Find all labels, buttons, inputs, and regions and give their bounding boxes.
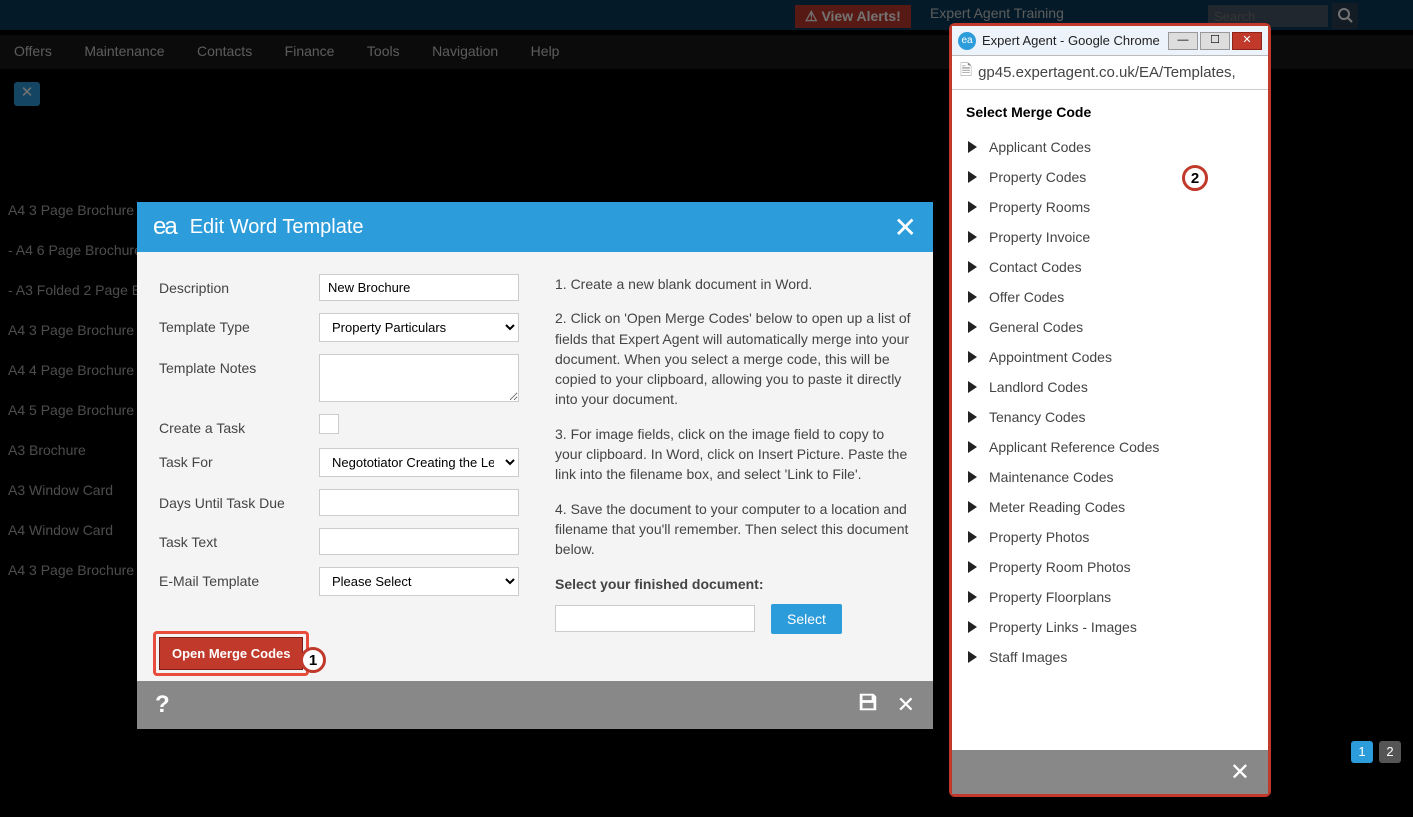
merge-code-list: Applicant Codes Property Codes Property … [966,132,1254,672]
task-for-label: Task For [159,448,319,470]
code-item[interactable]: Maintenance Codes [966,462,1254,492]
instruction-step-1: 1. Create a new blank document in Word. [555,274,911,294]
address-bar[interactable]: 🗎 gp45.expertagent.co.uk/EA/Templates, [952,56,1268,90]
pagination: 1 2 [1351,741,1401,763]
open-merge-wrapper: Open Merge Codes [159,637,303,670]
modal-body: Description Template Type Property Parti… [137,252,933,681]
instruction-step-2: 2. Click on 'Open Merge Codes' below to … [555,308,911,409]
email-template-select[interactable]: Please Select [319,567,519,596]
expand-icon [968,471,977,483]
open-merge-codes-button[interactable]: Open Merge Codes [159,637,303,670]
code-item[interactable]: Appointment Codes [966,342,1254,372]
select-document-button[interactable]: Select [771,604,842,634]
code-item[interactable]: Tenancy Codes [966,402,1254,432]
expand-icon [968,141,977,153]
select-document-label: Select your finished document: [555,574,911,594]
code-item[interactable]: Property Rooms [966,192,1254,222]
page-1-button[interactable]: 1 [1351,741,1373,763]
days-until-label: Days Until Task Due [159,489,319,511]
code-item[interactable]: Applicant Codes [966,132,1254,162]
expand-icon [968,441,977,453]
expand-icon [968,321,977,333]
task-for-select[interactable]: Negototiator Creating the Letter [319,448,519,477]
page-2-button[interactable]: 2 [1379,741,1401,763]
annotation-callout-2: 2 [1182,165,1208,191]
code-item[interactable]: Property Invoice [966,222,1254,252]
template-type-select[interactable]: Property Particulars [319,313,519,342]
task-text-input[interactable] [319,528,519,555]
expand-icon [968,621,977,633]
expand-icon [968,231,977,243]
modal-header: ea Edit Word Template ✕ [137,202,933,252]
code-item[interactable]: Meter Reading Codes [966,492,1254,522]
expand-icon [968,351,977,363]
close-icon[interactable]: ✕ [897,692,915,718]
task-text-label: Task Text [159,528,319,550]
code-item[interactable]: Property Links - Images [966,612,1254,642]
code-item[interactable]: Offer Codes [966,282,1254,312]
code-item[interactable]: Staff Images [966,642,1254,672]
merge-codes-popup: ea Expert Agent - Google Chrome — ☐ ✕ 🗎 … [949,23,1271,797]
template-notes-input[interactable] [319,354,519,402]
popup-close-icon[interactable]: ✕ [1230,758,1250,787]
expand-icon [968,381,977,393]
code-item[interactable]: Property Codes [966,162,1254,192]
help-button[interactable]: ? [155,691,170,719]
window-close-button[interactable]: ✕ [1232,32,1262,50]
minimize-button[interactable]: — [1168,32,1198,50]
code-item[interactable]: Property Floorplans [966,582,1254,612]
template-type-label: Template Type [159,313,319,335]
popup-titlebar: ea Expert Agent - Google Chrome — ☐ ✕ [952,26,1268,56]
expand-icon [968,201,977,213]
code-item[interactable]: Landlord Codes [966,372,1254,402]
expand-icon [968,291,977,303]
ea-logo: ea [153,213,176,241]
edit-template-modal: ea Edit Word Template ✕ Description Temp… [137,202,933,729]
expand-icon [968,651,977,663]
url-text: gp45.expertagent.co.uk/EA/Templates, [978,64,1236,81]
modal-title: Edit Word Template [190,216,894,239]
save-icon[interactable] [857,691,879,719]
code-item[interactable]: Property Room Photos [966,552,1254,582]
description-label: Description [159,274,319,296]
expand-icon [968,561,977,573]
modal-footer: ? ✕ [137,681,933,729]
modal-close-button[interactable]: ✕ [894,211,917,244]
maximize-button[interactable]: ☐ [1200,32,1230,50]
template-notes-label: Template Notes [159,354,319,376]
expand-icon [968,261,977,273]
expand-icon [968,531,977,543]
expand-icon [968,591,977,603]
form-column: Description Template Type Property Parti… [159,274,529,659]
code-item[interactable]: Contact Codes [966,252,1254,282]
description-input[interactable] [319,274,519,301]
annotation-callout-1: 1 [300,647,326,673]
instruction-step-4: 4. Save the document to your computer to… [555,499,911,560]
instruction-step-3: 3. For image fields, click on the image … [555,424,911,485]
popup-window-title: Expert Agent - Google Chrome [982,33,1166,48]
ea-favicon: ea [958,32,976,50]
popup-body: Select Merge Code 2 Applicant Codes Prop… [952,90,1268,750]
select-merge-code-heading: Select Merge Code [966,104,1254,120]
document-path-input[interactable] [555,605,755,632]
days-until-input[interactable] [319,489,519,516]
email-template-label: E-Mail Template [159,567,319,589]
code-item[interactable]: General Codes [966,312,1254,342]
expand-icon [968,411,977,423]
code-item[interactable]: Property Photos [966,522,1254,552]
create-task-checkbox[interactable] [319,414,339,434]
create-task-label: Create a Task [159,414,319,436]
instructions-column: 1. Create a new blank document in Word. … [555,274,911,659]
expand-icon [968,501,977,513]
code-item[interactable]: Applicant Reference Codes [966,432,1254,462]
expand-icon [968,171,977,183]
page-icon: 🗎 [960,60,972,85]
popup-footer: ✕ [952,750,1268,794]
